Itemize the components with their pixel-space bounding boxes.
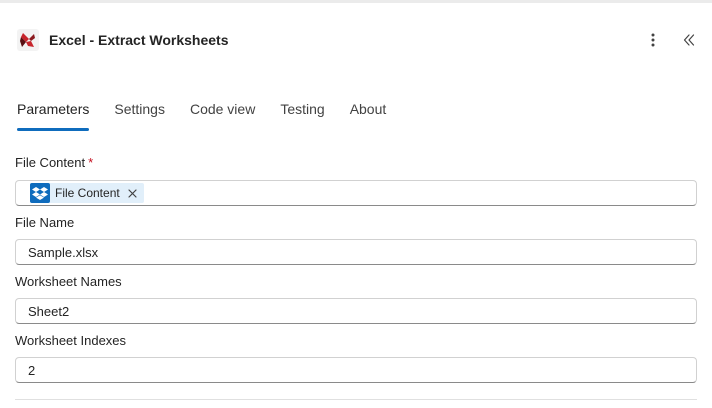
tab-parameters[interactable]: Parameters <box>17 99 90 131</box>
file-name-input[interactable]: Sample.xlsx <box>15 239 697 265</box>
header-actions <box>640 27 702 53</box>
tab-testing[interactable]: Testing <box>280 99 324 131</box>
close-icon <box>128 188 137 198</box>
file-content-input[interactable]: File Content <box>15 180 697 206</box>
worksheet-indexes-input[interactable]: 2 <box>15 357 697 383</box>
worksheet-names-label: Worksheet Names <box>15 274 122 289</box>
action-panel: Excel - Extract Worksheets Parameters Se… <box>0 0 712 408</box>
panel-header: Excel - Extract Worksheets <box>16 27 702 53</box>
tab-settings[interactable]: Settings <box>114 99 165 131</box>
tab-list: Parameters Settings Code view Testing Ab… <box>17 99 386 131</box>
more-options-button[interactable] <box>640 27 666 53</box>
tab-code-view[interactable]: Code view <box>190 99 255 131</box>
file-content-token[interactable]: File Content <box>30 183 144 203</box>
double-chevron-left-icon <box>683 34 695 46</box>
worksheet-names-input[interactable]: Sheet2 <box>15 298 697 324</box>
required-mark: * <box>88 155 94 170</box>
file-content-label-text: File Content <box>15 155 86 170</box>
worksheet-names-value: Sheet2 <box>28 303 70 319</box>
tab-about[interactable]: About <box>350 99 387 131</box>
panel-title: Excel - Extract Worksheets <box>49 32 229 48</box>
more-vertical-icon <box>651 33 655 47</box>
remove-token-button[interactable] <box>128 188 138 198</box>
file-content-label: File Content * <box>15 155 93 170</box>
section-divider <box>15 399 697 400</box>
collapse-panel-button[interactable] <box>676 27 702 53</box>
token-label: File Content <box>55 186 120 200</box>
worksheet-indexes-label: Worksheet Indexes <box>15 333 127 348</box>
file-name-label: File Name <box>15 215 75 230</box>
dropbox-icon <box>30 183 50 203</box>
excel-connector-icon <box>16 28 40 52</box>
worksheet-indexes-value: 2 <box>28 362 36 378</box>
file-name-value: Sample.xlsx <box>28 244 99 260</box>
